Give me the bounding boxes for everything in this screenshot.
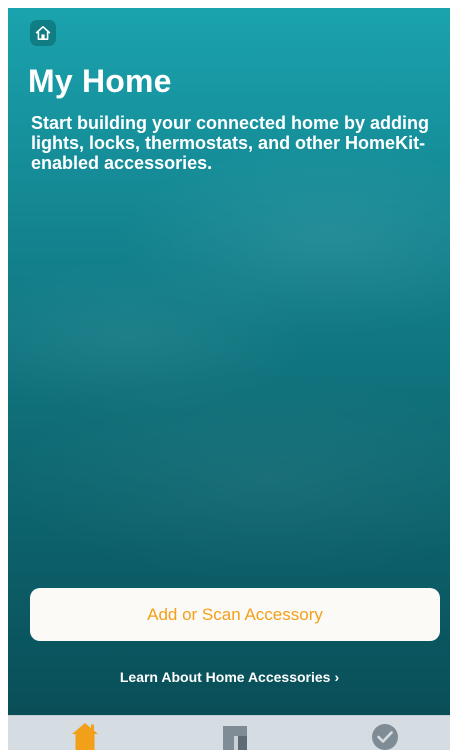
home-icon — [35, 26, 51, 40]
home-screen: My Home Start building your connected ho… — [8, 8, 450, 750]
rooms-icon — [223, 726, 247, 750]
learn-accessories-link[interactable]: Learn About Home Accessories › — [8, 669, 450, 685]
add-accessory-button[interactable]: Add or Scan Accessory — [30, 588, 440, 641]
tab-bar — [8, 715, 450, 750]
page-title: My Home — [28, 63, 172, 99]
checkmark-circle-icon — [372, 724, 398, 750]
tab-rooms[interactable] — [215, 722, 255, 750]
home-icon — [72, 723, 98, 750]
add-accessory-label: Add or Scan Accessory — [147, 604, 323, 624]
chevron-right-icon: › — [334, 669, 340, 685]
learn-link-label: Learn About Home Accessories — [119, 669, 331, 685]
page-subtitle: Start building your connected home by ad… — [31, 113, 430, 173]
home-settings-button[interactable] — [30, 20, 56, 46]
tab-automation[interactable] — [365, 722, 405, 750]
tab-home[interactable] — [65, 722, 105, 750]
